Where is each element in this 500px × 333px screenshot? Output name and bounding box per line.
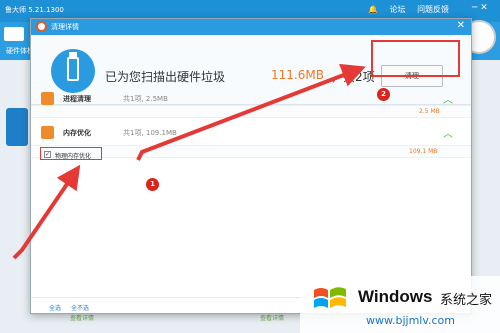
arrow-to-checkbox xyxy=(12,164,81,260)
windows-logo-icon xyxy=(314,287,346,308)
watermark-cn: 系统之家 xyxy=(440,293,493,308)
watermark: Windows 系统之家 www.bjjmlv.com xyxy=(300,276,500,333)
step-marker-2: 2 xyxy=(377,88,390,101)
arrow-to-clean-button xyxy=(136,63,366,161)
watermark-brand: Windows xyxy=(358,287,433,306)
step-marker-1: 1 xyxy=(146,178,159,191)
watermark-url: www.bjjmlv.com xyxy=(366,314,455,327)
